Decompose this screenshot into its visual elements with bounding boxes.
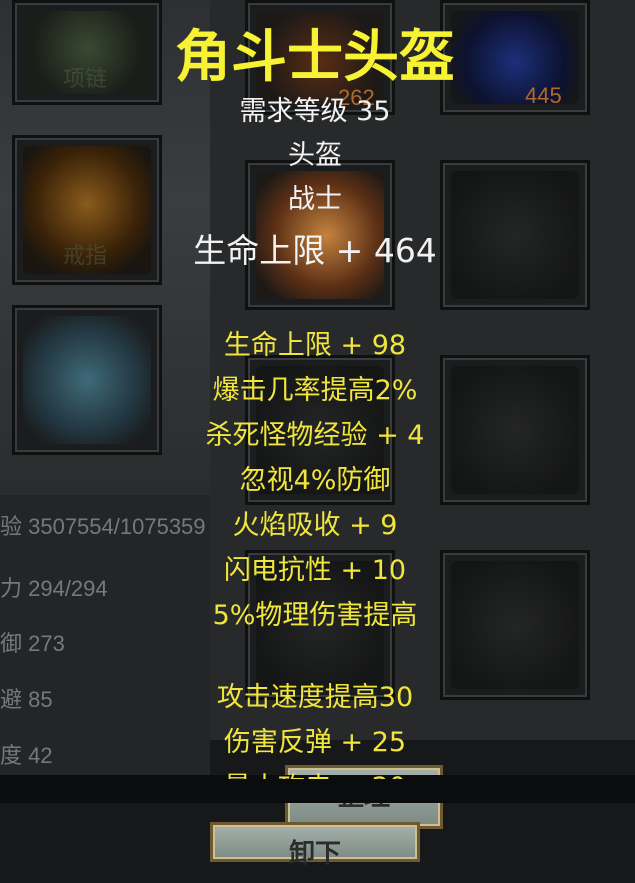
special-attribute: 攻击速度提高30	[216, 682, 414, 713]
extra-attribute: 生命上限 + 98	[223, 330, 407, 361]
necklace-label: 项链	[63, 67, 108, 92]
stat-power: 力 294/294	[0, 576, 108, 601]
armor-icon	[23, 316, 151, 444]
stat-speed: 度 42	[0, 743, 53, 768]
base-attribute: 生命上限 + 464	[193, 231, 437, 270]
extra-attribute: 火焰吸收 + 9	[232, 510, 398, 541]
armor-slot[interactable]	[12, 305, 162, 455]
extra-attribute: 杀死怪物经验 + 4	[205, 420, 425, 451]
unequip-button[interactable]: 卸下	[210, 822, 420, 869]
special-attribute: 最小攻击 + 20	[150, 765, 480, 779]
item-quantity: 445	[525, 83, 562, 108]
extra-attribute: 忽视4%防御	[239, 465, 391, 496]
stat-dodge: 避 85	[0, 687, 53, 712]
ring-slot[interactable]: 戒指	[12, 135, 162, 285]
special-attribute: 伤害反弹 + 25	[223, 727, 407, 758]
item-type: 头盔	[288, 140, 342, 171]
required-level: 需求等级 35	[239, 96, 391, 127]
ring-label: 戒指	[63, 244, 108, 269]
extra-attribute: 5%物理伤害提高	[212, 600, 418, 631]
extra-attribute: 闪电抗性 + 10	[223, 555, 407, 586]
stat-defense: 御 273	[0, 631, 65, 656]
required-job: 战士	[288, 184, 342, 215]
necklace-slot[interactable]: 项链	[12, 0, 162, 105]
extra-attribute: 爆击几率提高2%	[212, 375, 418, 406]
item-name: 角斗士头盔	[175, 25, 455, 90]
item-tooltip: 角斗士头盔 需求等级 35 头盔 战士 生命上限 + 464 生命上限 + 98…	[150, 0, 480, 780]
